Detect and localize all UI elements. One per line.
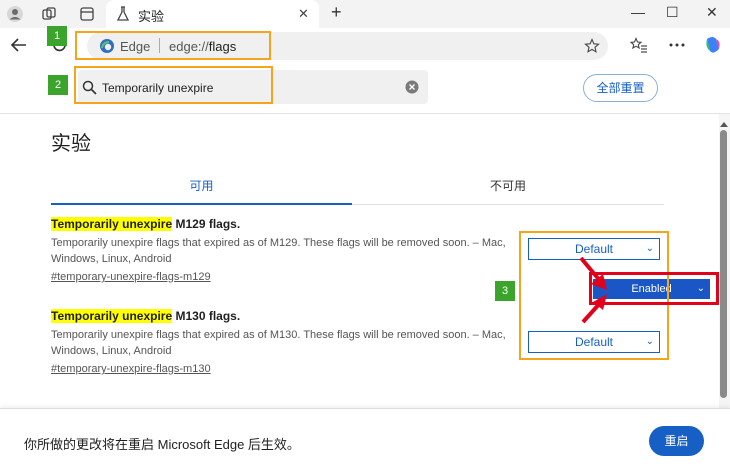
clear-search-icon[interactable] <box>405 80 419 94</box>
tab-title: 实验 <box>138 9 165 24</box>
maximize-button[interactable]: ☐ <box>666 4 679 21</box>
search-highlight: Temporarily unexpire <box>51 217 173 231</box>
restart-banner: 你所做的更改将在重启 Microsoft Edge 后生效。 重启 <box>0 408 730 466</box>
flag-link[interactable]: #temporary-unexpire-flags-m130 <box>51 363 211 375</box>
tab-strip: 实验 ✕ + — ☐ ✕ <box>0 0 730 28</box>
window-close-button[interactable]: ✕ <box>706 4 718 21</box>
workspaces-icon[interactable] <box>41 6 57 22</box>
highlight-box <box>75 31 271 60</box>
flag-description: Temporarily unexpire flags that expired … <box>51 329 506 357</box>
back-arrow-icon[interactable] <box>10 37 28 53</box>
search-highlight: Temporarily unexpire <box>51 309 173 323</box>
favorites-icon[interactable] <box>630 37 648 53</box>
profile-icon[interactable] <box>6 5 24 23</box>
copilot-icon[interactable] <box>703 35 723 55</box>
tab-unavailable[interactable]: 不可用 <box>352 172 664 205</box>
restart-button[interactable]: 重启 <box>649 426 704 456</box>
flag-title: Temporarily unexpire M130 flags. <box>51 309 241 323</box>
flag-title: Temporarily unexpire M129 flags. <box>51 217 241 231</box>
flag-link[interactable]: #temporary-unexpire-flags-m129 <box>51 271 211 283</box>
tab-available[interactable]: 可用 <box>51 172 352 205</box>
tab-actions-icon[interactable] <box>79 6 95 22</box>
new-tab-button[interactable]: + <box>331 2 342 23</box>
tab-close-button[interactable]: ✕ <box>298 6 309 22</box>
restart-message: 你所做的更改将在重启 Microsoft Edge 后生效。 <box>24 437 300 452</box>
pointer-arrows-icon <box>579 256 607 324</box>
minimize-button[interactable]: — <box>631 4 645 20</box>
highlight-box <box>74 66 273 104</box>
step-badge: 3 <box>495 281 515 301</box>
scroll-up-icon[interactable] <box>719 120 729 128</box>
tab-experiments[interactable]: 实验 ✕ <box>106 0 319 28</box>
scrollbar-thumb[interactable] <box>720 130 727 398</box>
favorite-star-icon[interactable] <box>584 38 600 54</box>
reset-all-button[interactable]: 全部重置 <box>583 74 658 102</box>
flask-icon <box>116 6 130 21</box>
step-badge: 1 <box>47 26 67 46</box>
page-title: 实验 <box>51 133 91 155</box>
step-badge: 2 <box>48 75 68 95</box>
more-options-icon[interactable] <box>669 42 685 48</box>
flag-description: Temporarily unexpire flags that expired … <box>51 237 506 265</box>
